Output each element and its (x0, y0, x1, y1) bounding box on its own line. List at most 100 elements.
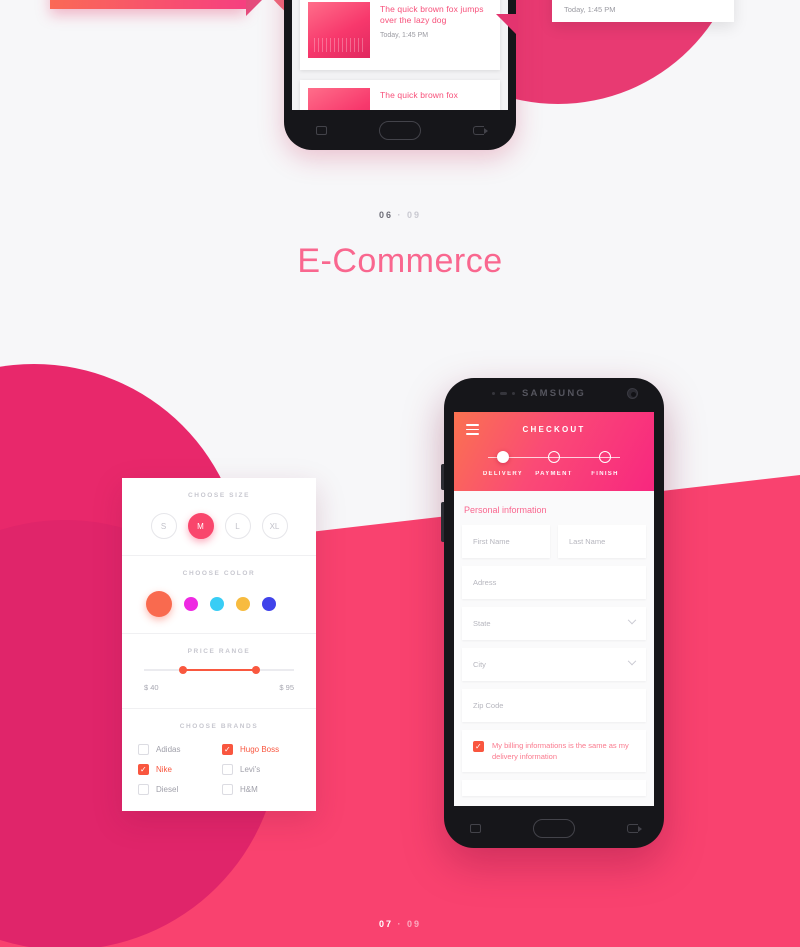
checkbox-hugo-boss[interactable] (222, 744, 233, 756)
size-option-l[interactable]: L (224, 513, 251, 539)
color-swatch-coral[interactable] (146, 591, 172, 617)
personal-information-heading: Personal information (464, 504, 547, 515)
checkbox-hm[interactable] (222, 784, 233, 795)
brand-item-hugo-boss[interactable]: Hugo Boss (222, 744, 300, 756)
news-thumbnail-image (308, 88, 370, 110)
address-placeholder: Adress (473, 577, 497, 587)
chevron-down-icon (627, 616, 637, 625)
step-payment[interactable]: PAYMENT (531, 450, 577, 477)
checkout-header: CHECKOUT DELIVERY PAYMENT FINISH (454, 412, 654, 491)
brand-item-adidas[interactable]: Adidas (138, 744, 216, 755)
color-swatch-indigo[interactable] (262, 597, 276, 611)
home-button[interactable] (379, 120, 421, 140)
state-placeholder: State (473, 618, 491, 628)
city-select[interactable]: City (462, 647, 646, 681)
step-label: FINISH (591, 470, 619, 477)
brand-item-diesel[interactable]: Diesel (138, 784, 216, 795)
news-timestamp: Today, 1:45 PM (380, 32, 429, 39)
step-delivery[interactable]: DELIVERY (480, 450, 526, 477)
news-card[interactable]: The quick brown fox (300, 80, 500, 110)
checkout-phone-mockup: SAMSUNG CHECKOUT DELIVERY PAYMENT FINISH… (441, 378, 664, 848)
floating-news-card[interactable]: Today, 1:45 PM (552, 0, 734, 22)
form-bottom-strip (462, 779, 646, 796)
news-title: The quick brown fox (380, 90, 458, 100)
checkbox-levis[interactable] (222, 764, 233, 775)
back-icon[interactable] (473, 125, 488, 135)
checkout-title: CHECKOUT (522, 424, 586, 434)
news-phone-mockup: The quick brown fox jumps over the lazy … (284, 0, 516, 150)
slider-handle-max[interactable] (251, 666, 260, 674)
hamburger-menu-icon[interactable] (466, 424, 479, 435)
floating-card-timestamp: Today, 1:45 PM (564, 5, 616, 14)
choose-size-section: CHOOSE SIZE S M L XL (122, 478, 316, 556)
checkbox-billing-same[interactable] (473, 740, 484, 753)
step-dot-active-icon (497, 450, 509, 463)
slider-handle-min[interactable] (178, 666, 187, 674)
brand-label: Adidas (156, 745, 181, 754)
color-swatches (134, 591, 304, 617)
brand-item-levis[interactable]: Levi's (222, 764, 300, 775)
price-max-value: $ 95 (279, 683, 294, 692)
city-placeholder: City (473, 659, 486, 669)
billing-same-as-delivery-row[interactable]: My billing informations is the same as m… (462, 729, 646, 772)
brand-item-nike[interactable]: Nike (138, 764, 216, 776)
zip-code-placeholder: Zip Code (473, 700, 504, 710)
product-filter-card: CHOOSE SIZE S M L XL CHOOSE COLOR PRICE … (122, 478, 316, 811)
price-range-label: PRICE RANGE (187, 648, 251, 655)
news-card[interactable]: The quick brown fox jumps over the lazy … (300, 0, 500, 70)
price-range-slider[interactable]: $ 40 $ 95 (134, 666, 304, 692)
checkbox-diesel[interactable] (138, 784, 149, 795)
brand-label: Hugo Boss (240, 745, 280, 754)
checkout-appbar: CHECKOUT (454, 424, 654, 435)
home-button[interactable] (533, 818, 575, 838)
zip-code-input[interactable]: Zip Code (462, 688, 646, 722)
phone-brand-row: SAMSUNG (444, 388, 664, 399)
color-swatch-cyan[interactable] (210, 597, 224, 611)
first-name-placeholder: First Name (473, 536, 510, 546)
footer-page-current: 07 (378, 919, 393, 929)
color-swatch-amber[interactable] (236, 597, 250, 611)
news-card-body: The quick brown fox jumps over the lazy … (370, 2, 492, 62)
brand-checkbox-grid: Adidas Hugo Boss Nike Levi's Diesel (134, 744, 304, 795)
state-select[interactable]: State (462, 606, 646, 640)
checkbox-adidas[interactable] (138, 744, 149, 755)
step-dot-icon (548, 450, 560, 463)
slider-track (144, 666, 294, 674)
load-more-news-button[interactable]: LOAD MORE NEWS (50, 0, 246, 9)
page-indicator-separator: · (397, 210, 403, 220)
brand-item-hm[interactable]: H&M (222, 784, 300, 795)
back-icon[interactable] (627, 823, 642, 833)
price-range-section: PRICE RANGE $ 40 $ 95 (122, 634, 316, 709)
android-navigation-bar (444, 808, 664, 848)
checkout-form: Personal information First Name Last Nam… (454, 491, 654, 796)
size-option-s[interactable]: S (150, 513, 177, 539)
last-name-input[interactable]: Last Name (558, 524, 646, 558)
price-range-values: $ 40 $ 95 (144, 683, 294, 692)
recents-icon[interactable] (316, 125, 327, 135)
page-indicator-total: 09 (407, 210, 422, 220)
checkout-progress-stepper: DELIVERY PAYMENT FINISH (454, 450, 654, 477)
brand-label: Nike (156, 765, 173, 774)
android-navigation-bar (284, 110, 516, 150)
section-header: 06 · 09 E-Commerce (0, 210, 800, 281)
section-page-indicator: 06 · 09 (0, 210, 800, 220)
size-option-xl[interactable]: XL (261, 513, 288, 539)
news-title: The quick brown fox jumps over the lazy … (380, 4, 484, 25)
samsung-logo-text: SAMSUNG (522, 388, 586, 399)
chevron-down-icon (627, 657, 637, 666)
checkbox-nike[interactable] (138, 764, 149, 776)
first-name-input[interactable]: First Name (462, 524, 550, 558)
recents-icon[interactable] (470, 823, 481, 833)
step-label: DELIVERY (482, 470, 524, 477)
thumbnail-texture (314, 38, 364, 52)
choose-color-section: CHOOSE COLOR (122, 556, 316, 634)
color-swatch-magenta[interactable] (184, 597, 198, 611)
last-name-placeholder: Last Name (569, 536, 606, 546)
size-option-m[interactable]: M (187, 513, 214, 539)
step-finish[interactable]: FINISH (582, 450, 628, 477)
slider-selected-range (180, 669, 258, 671)
address-input[interactable]: Adress (462, 565, 646, 599)
news-card-body: The quick brown fox (370, 88, 458, 110)
footer-page-indicator: 07 · 09 (0, 919, 800, 929)
choose-brands-section: CHOOSE BRANDS Adidas Hugo Boss Nike Levi… (122, 709, 316, 811)
